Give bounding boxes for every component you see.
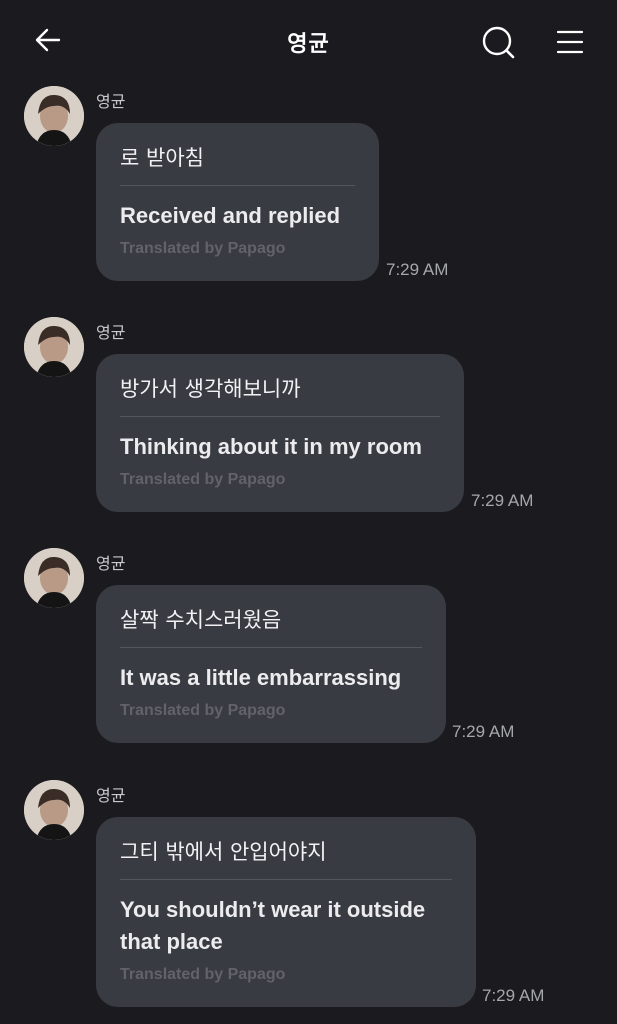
translated-text: Received and replied (120, 203, 341, 228)
original-text: 방가서 생각해보니까 (120, 377, 301, 401)
search-button[interactable] (476, 20, 520, 64)
menu-button[interactable] (548, 20, 592, 64)
avatar[interactable] (24, 86, 84, 146)
divider (120, 879, 452, 880)
menu-icon (556, 30, 584, 54)
original-text: 살짝 수치스러웠음 (120, 608, 282, 632)
sender-name: 영균 (96, 554, 126, 573)
avatar[interactable] (24, 317, 84, 377)
original-text: 그티 밖에서 안입어야지 (120, 840, 327, 864)
chat-title: 영균 (287, 32, 330, 57)
divider (120, 647, 422, 648)
sender-name: 영균 (96, 92, 126, 111)
translation-credit: Translated by Papago (120, 966, 286, 983)
avatar-image (24, 86, 84, 146)
translated-text: You shouldn’t wear it outside that place (120, 897, 426, 954)
divider (120, 185, 355, 186)
translated-text: Thinking about it in my room (120, 434, 422, 459)
message-timestamp: 7:29 AM (386, 260, 449, 279)
avatar-image (24, 548, 84, 608)
avatar-image (24, 317, 84, 377)
sender-name: 영균 (96, 323, 126, 342)
avatar-image (24, 780, 84, 840)
divider (120, 416, 440, 417)
search-icon (482, 26, 515, 59)
message-timestamp: 7:29 AM (452, 722, 515, 741)
message-bubble[interactable]: 방가서 생각해보니까 Thinking about it in my room … (96, 354, 464, 512)
message-bubble[interactable]: 살짝 수치스러웠음 It was a little embarrassing T… (96, 585, 446, 743)
avatar[interactable] (24, 548, 84, 608)
message-timestamp: 7:29 AM (482, 986, 545, 1005)
avatar[interactable] (24, 780, 84, 840)
sender-name: 영균 (96, 786, 126, 805)
original-text: 로 받아침 (120, 146, 204, 170)
translation-credit: Translated by Papago (120, 471, 286, 488)
translation-credit: Translated by Papago (120, 240, 286, 257)
message-bubble[interactable]: 그티 밖에서 안입어야지 You shouldn’t wear it outsi… (96, 817, 476, 1007)
translated-text: It was a little embarrassing (120, 665, 402, 690)
chat-header: 영균 (0, 0, 617, 84)
translation-credit: Translated by Papago (120, 702, 286, 719)
message-bubble[interactable]: 로 받아침 Received and replied Translated by… (96, 123, 379, 281)
message-timestamp: 7:29 AM (471, 491, 534, 510)
